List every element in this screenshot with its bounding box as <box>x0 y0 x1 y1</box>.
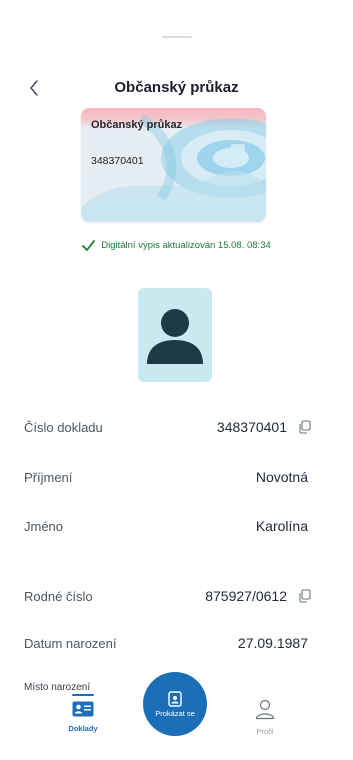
app-screen: Občanský průkaz Občanský průkaz 34837040… <box>0 0 353 760</box>
copy-icon[interactable] <box>297 588 313 604</box>
prove-identity-button[interactable]: Prokázat se <box>143 672 207 736</box>
profile-icon <box>255 699 275 720</box>
nav-profile-label: Profil <box>256 727 274 736</box>
field-value: 27.09.1987 <box>237 635 308 651</box>
field-label: Číslo dokladu <box>24 420 103 435</box>
checkmark-icon <box>82 240 96 251</box>
field-birth-number: Rodné číslo 875927/0612 <box>0 585 353 609</box>
id-badge-icon <box>168 690 182 707</box>
id-card-preview[interactable]: Občanský průkaz 348370401 <box>81 108 266 222</box>
update-status-text: Digitální výpis aktualizován 15.08. 08:3… <box>101 240 271 251</box>
nav-documents-label: Doklady <box>68 724 98 733</box>
person-silhouette-icon <box>147 309 203 364</box>
nav-documents[interactable]: Doklady <box>53 690 113 733</box>
field-label: Datum narození <box>24 636 117 651</box>
active-tab-indicator <box>72 694 94 696</box>
nav-profile[interactable]: Profil <box>235 690 295 736</box>
copy-icon[interactable] <box>297 419 313 435</box>
field-document-number: Číslo dokladu 348370401 <box>0 416 353 440</box>
sheet-handle[interactable] <box>161 36 192 38</box>
field-value: Karolína <box>255 518 308 534</box>
id-card-icon <box>72 701 94 717</box>
update-status: Digitální výpis aktualizován 15.08. 08:3… <box>0 240 353 251</box>
field-label: Příjmení <box>24 470 73 485</box>
header: Občanský průkaz <box>0 76 353 102</box>
field-value: 875927/0612 <box>205 588 287 604</box>
card-title: Občanský průkaz <box>91 119 183 131</box>
field-surname: Příjmení Novotná <box>0 466 353 490</box>
field-label: Rodné číslo <box>24 589 93 604</box>
prove-identity-label: Prokázat se <box>155 708 195 718</box>
avatar <box>138 288 212 382</box>
field-first-name: Jméno Karolína <box>0 515 353 539</box>
field-value: 348370401 <box>216 419 287 435</box>
page-title: Občanský průkaz <box>114 79 239 96</box>
field-label: Jméno <box>24 519 64 534</box>
field-birth-date: Datum narození 27.09.1987 <box>0 632 353 656</box>
card-number: 348370401 <box>91 155 144 167</box>
field-value: Novotná <box>255 469 308 485</box>
